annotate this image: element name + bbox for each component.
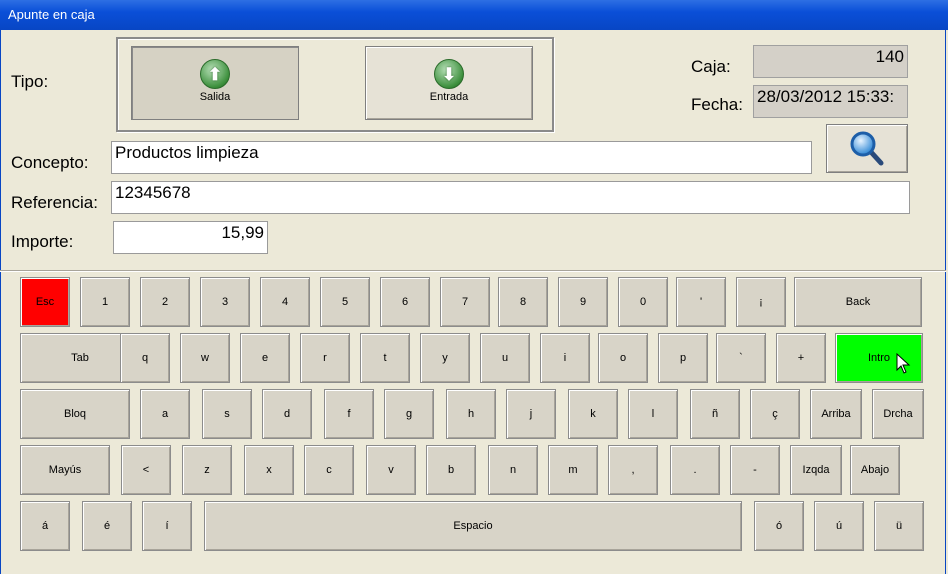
caja-field: 140	[753, 45, 908, 78]
key-4-5[interactable]: ú	[814, 501, 864, 551]
key-3-4[interactable]: c	[304, 445, 354, 495]
separator	[0, 270, 946, 272]
magnifier-icon	[850, 131, 884, 166]
title-bar: Apunte en caja	[0, 0, 948, 30]
key-2-1[interactable]: a	[140, 389, 190, 439]
key-2-11[interactable]: ç	[750, 389, 800, 439]
key-3-10[interactable]: .	[670, 445, 720, 495]
key-0-3[interactable]: 3	[200, 277, 250, 327]
concepto-field[interactable]: Productos limpieza	[111, 141, 812, 174]
key-0-0[interactable]: Esc	[20, 277, 70, 327]
key-3-0[interactable]: Mayús	[20, 445, 110, 495]
entrada-label: Entrada	[429, 91, 469, 103]
key-2-4[interactable]: f	[324, 389, 374, 439]
key-0-5[interactable]: 5	[320, 277, 370, 327]
key-2-0[interactable]: Bloq	[20, 389, 130, 439]
search-button[interactable]	[826, 124, 908, 173]
caja-label: Caja:	[691, 57, 731, 76]
arrow-down-icon: ⬇	[434, 59, 464, 89]
key-2-6[interactable]: h	[446, 389, 496, 439]
importe-field[interactable]: 15,99	[113, 221, 268, 254]
key-1-8[interactable]: i	[540, 333, 590, 383]
key-3-6[interactable]: b	[426, 445, 476, 495]
key-0-8[interactable]: 8	[498, 277, 548, 327]
referencia-field[interactable]: 12345678	[111, 181, 910, 214]
key-1-1[interactable]: q	[120, 333, 170, 383]
key-4-3[interactable]: Espacio	[204, 501, 742, 551]
key-4-1[interactable]: é	[82, 501, 132, 551]
key-0-6[interactable]: 6	[380, 277, 430, 327]
key-1-4[interactable]: r	[300, 333, 350, 383]
fecha-field: 28/03/2012 15:33:	[753, 85, 908, 118]
key-2-13[interactable]: Drcha	[872, 389, 924, 439]
key-1-11[interactable]: `	[716, 333, 766, 383]
key-3-12[interactable]: Izqda	[790, 445, 842, 495]
key-0-7[interactable]: 7	[440, 277, 490, 327]
key-2-10[interactable]: ñ	[690, 389, 740, 439]
key-2-7[interactable]: j	[506, 389, 556, 439]
key-2-12[interactable]: Arriba	[810, 389, 862, 439]
concepto-label: Concepto:	[11, 153, 89, 172]
key-0-2[interactable]: 2	[140, 277, 190, 327]
key-4-0[interactable]: á	[20, 501, 70, 551]
key-3-7[interactable]: n	[488, 445, 538, 495]
importe-label: Importe:	[11, 232, 74, 251]
key-3-9[interactable]: ,	[608, 445, 658, 495]
key-0-11[interactable]: '	[676, 277, 726, 327]
key-0-10[interactable]: 0	[618, 277, 668, 327]
key-1-9[interactable]: o	[598, 333, 648, 383]
key-3-8[interactable]: m	[548, 445, 598, 495]
key-3-1[interactable]: <	[121, 445, 171, 495]
entrada-button[interactable]: ⬇ Entrada	[365, 46, 533, 120]
key-1-2[interactable]: w	[180, 333, 230, 383]
key-2-5[interactable]: g	[384, 389, 434, 439]
salida-button[interactable]: ⬆ Salida	[131, 46, 299, 120]
key-3-13[interactable]: Abajo	[850, 445, 900, 495]
key-1-6[interactable]: y	[420, 333, 470, 383]
key-1-7[interactable]: u	[480, 333, 530, 383]
key-3-2[interactable]: z	[182, 445, 232, 495]
mouse-cursor-icon	[896, 353, 911, 374]
key-0-13[interactable]: Back	[794, 277, 922, 327]
key-2-9[interactable]: l	[628, 389, 678, 439]
salida-label: Salida	[199, 91, 231, 103]
key-3-3[interactable]: x	[244, 445, 294, 495]
key-1-3[interactable]: e	[240, 333, 290, 383]
key-2-8[interactable]: k	[568, 389, 618, 439]
key-1-10[interactable]: p	[658, 333, 708, 383]
referencia-label: Referencia:	[11, 193, 98, 212]
key-2-3[interactable]: d	[262, 389, 312, 439]
key-0-4[interactable]: 4	[260, 277, 310, 327]
arrow-up-icon: ⬆	[200, 59, 230, 89]
window-title: Apunte en caja	[8, 7, 95, 22]
key-0-9[interactable]: 9	[558, 277, 608, 327]
key-4-6[interactable]: ü	[874, 501, 924, 551]
tipo-label: Tipo:	[11, 72, 49, 91]
key-1-12[interactable]: +	[776, 333, 826, 383]
key-1-5[interactable]: t	[360, 333, 410, 383]
fecha-label: Fecha:	[691, 95, 743, 114]
key-3-5[interactable]: v	[366, 445, 416, 495]
key-0-12[interactable]: ¡	[736, 277, 786, 327]
key-4-4[interactable]: ó	[754, 501, 804, 551]
key-0-1[interactable]: 1	[80, 277, 130, 327]
key-3-11[interactable]: -	[730, 445, 780, 495]
key-4-2[interactable]: í	[142, 501, 192, 551]
key-2-2[interactable]: s	[202, 389, 252, 439]
